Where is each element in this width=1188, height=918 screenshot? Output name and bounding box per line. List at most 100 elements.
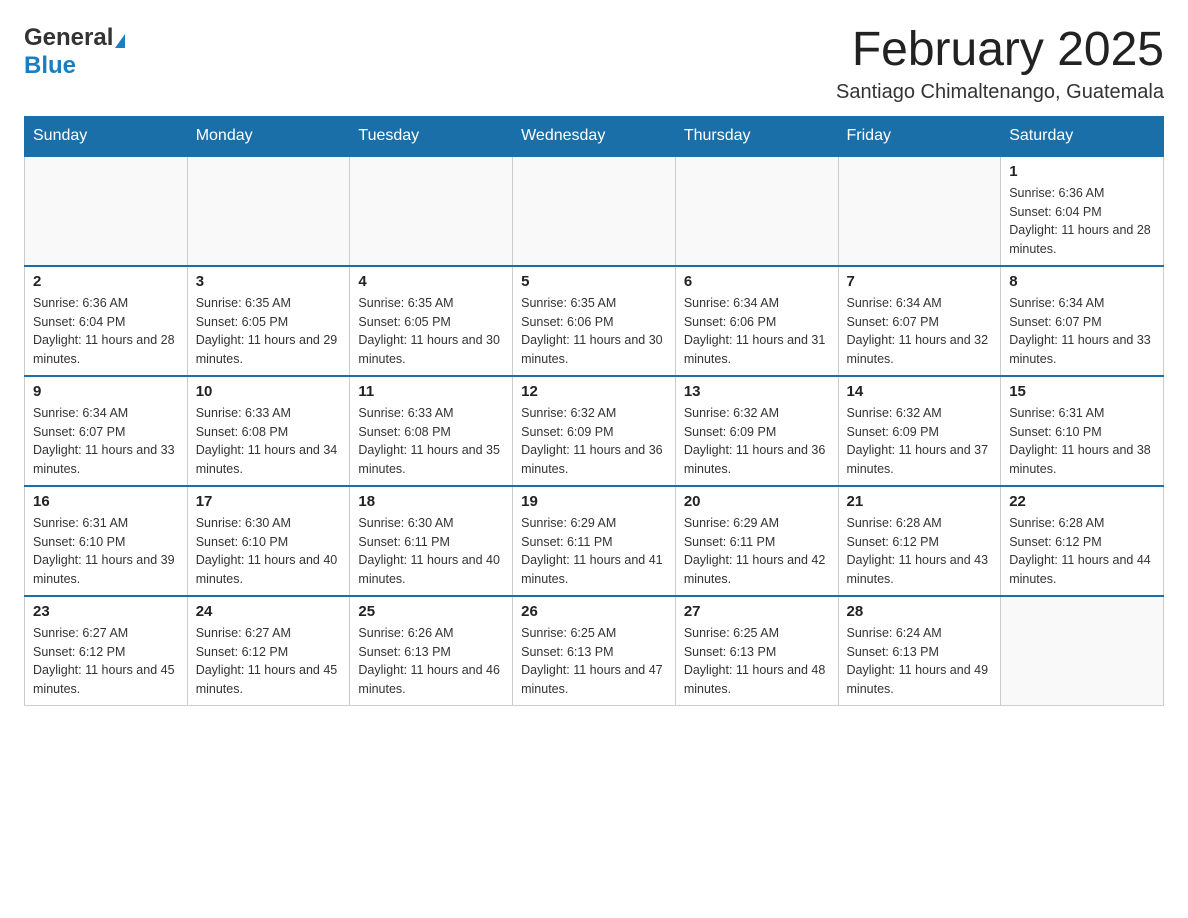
- day-number: 12: [521, 383, 667, 400]
- calendar-cell: 1 Sunrise: 6:36 AMSunset: 6:04 PMDaylight…: [1001, 156, 1164, 266]
- day-number: 17: [196, 493, 342, 510]
- calendar-cell: 7Sunrise: 6:34 AMSunset: 6:07 PMDaylight…: [838, 266, 1001, 376]
- day-number: 14: [847, 383, 993, 400]
- day-info: Sunrise: 6:34 AMSunset: 6:07 PMDaylight:…: [1009, 294, 1155, 369]
- day-info: Sunrise: 6:32 AMSunset: 6:09 PMDaylight:…: [684, 404, 830, 479]
- calendar-cell: 20 Sunrise: 6:29 AMSunset: 6:11 PMDayligh…: [675, 486, 838, 596]
- header-monday: Monday: [187, 116, 350, 156]
- day-info: Sunrise: 6:26 AMSunset: 6:13 PMDaylight:…: [358, 624, 504, 699]
- calendar-cell: 16Sunrise: 6:31 AMSunset: 6:10 PMDayligh…: [25, 486, 188, 596]
- header-saturday: Saturday: [1001, 116, 1164, 156]
- day-info: Sunrise: 6:30 AMSunset: 6:11 PMDaylight:…: [358, 514, 504, 589]
- day-number: 13: [684, 383, 830, 400]
- day-number: 19: [521, 493, 667, 510]
- day-info: Sunrise: 6:36 AMSunset: 6:04 PMDaylight:…: [1009, 184, 1155, 259]
- calendar-cell: 13 Sunrise: 6:32 AMSunset: 6:09 PMDayligh…: [675, 376, 838, 486]
- page-header: General Blue February 2025 Santiago Chim…: [24, 24, 1164, 104]
- calendar-cell: 18 Sunrise: 6:30 AMSunset: 6:11 PMDayligh…: [350, 486, 513, 596]
- month-title: February 2025: [836, 24, 1164, 77]
- day-info: Sunrise: 6:25 AMSunset: 6:13 PMDaylight:…: [521, 624, 667, 699]
- day-number: 4: [358, 273, 504, 290]
- day-info: Sunrise: 6:29 AMSunset: 6:11 PMDaylight:…: [684, 514, 830, 589]
- calendar-cell: [513, 156, 676, 266]
- day-number: 5: [521, 273, 667, 290]
- calendar-cell: [1001, 596, 1164, 706]
- calendar-cell: 12 Sunrise: 6:32 AMSunset: 6:09 PMDayligh…: [513, 376, 676, 486]
- day-number: 16: [33, 493, 179, 510]
- header-tuesday: Tuesday: [350, 116, 513, 156]
- day-number: 9: [33, 383, 179, 400]
- title-block: February 2025 Santiago Chimaltenango, Gu…: [836, 24, 1164, 104]
- day-info: Sunrise: 6:35 AMSunset: 6:05 PMDaylight:…: [358, 294, 504, 369]
- day-info: Sunrise: 6:33 AMSunset: 6:08 PMDaylight:…: [196, 404, 342, 479]
- calendar-cell: 23 Sunrise: 6:27 AMSunset: 6:12 PMDayligh…: [25, 596, 188, 706]
- calendar-cell: 15 Sunrise: 6:31 AMSunset: 6:10 PMDayligh…: [1001, 376, 1164, 486]
- day-number: 8: [1009, 273, 1155, 290]
- calendar-cell: 26 Sunrise: 6:25 AMSunset: 6:13 PMDayligh…: [513, 596, 676, 706]
- calendar-cell: 8 Sunrise: 6:34 AMSunset: 6:07 PMDaylight…: [1001, 266, 1164, 376]
- day-info: Sunrise: 6:27 AMSunset: 6:12 PMDaylight:…: [33, 624, 179, 699]
- week-row-1: 1 Sunrise: 6:36 AMSunset: 6:04 PMDaylight…: [25, 156, 1164, 266]
- location-subtitle: Santiago Chimaltenango, Guatemala: [836, 81, 1164, 104]
- day-info: Sunrise: 6:34 AMSunset: 6:07 PMDaylight:…: [33, 404, 179, 479]
- calendar-cell: 4 Sunrise: 6:35 AMSunset: 6:05 PMDaylight…: [350, 266, 513, 376]
- day-number: 28: [847, 603, 993, 620]
- week-row-3: 9 Sunrise: 6:34 AMSunset: 6:07 PMDaylight…: [25, 376, 1164, 486]
- calendar-cell: [187, 156, 350, 266]
- day-number: 23: [33, 603, 179, 620]
- calendar-cell: 9 Sunrise: 6:34 AMSunset: 6:07 PMDaylight…: [25, 376, 188, 486]
- day-info: Sunrise: 6:28 AMSunset: 6:12 PMDaylight:…: [847, 514, 993, 589]
- day-number: 22: [1009, 493, 1155, 510]
- calendar-cell: 24 Sunrise: 6:27 AMSunset: 6:12 PMDayligh…: [187, 596, 350, 706]
- week-row-2: 2Sunrise: 6:36 AMSunset: 6:04 PMDaylight…: [25, 266, 1164, 376]
- day-info: Sunrise: 6:28 AMSunset: 6:12 PMDaylight:…: [1009, 514, 1155, 589]
- logo-general: General: [24, 24, 113, 51]
- day-info: Sunrise: 6:30 AMSunset: 6:10 PMDaylight:…: [196, 514, 342, 589]
- day-info: Sunrise: 6:31 AMSunset: 6:10 PMDaylight:…: [1009, 404, 1155, 479]
- day-info: Sunrise: 6:34 AMSunset: 6:06 PMDaylight:…: [684, 294, 830, 369]
- header-wednesday: Wednesday: [513, 116, 676, 156]
- day-number: 7: [847, 273, 993, 290]
- calendar-cell: 14 Sunrise: 6:32 AMSunset: 6:09 PMDayligh…: [838, 376, 1001, 486]
- day-number: 1: [1009, 163, 1155, 180]
- day-info: Sunrise: 6:35 AMSunset: 6:05 PMDaylight:…: [196, 294, 342, 369]
- day-number: 24: [196, 603, 342, 620]
- calendar-cell: 25 Sunrise: 6:26 AMSunset: 6:13 PMDayligh…: [350, 596, 513, 706]
- calendar-cell: 17 Sunrise: 6:30 AMSunset: 6:10 PMDayligh…: [187, 486, 350, 596]
- calendar-cell: [25, 156, 188, 266]
- calendar-cell: 22 Sunrise: 6:28 AMSunset: 6:12 PMDayligh…: [1001, 486, 1164, 596]
- day-number: 2: [33, 273, 179, 290]
- day-info: Sunrise: 6:29 AMSunset: 6:11 PMDaylight:…: [521, 514, 667, 589]
- calendar-table: Sunday Monday Tuesday Wednesday Thursday…: [24, 116, 1164, 706]
- logo: General Blue: [24, 24, 127, 80]
- calendar-cell: 6 Sunrise: 6:34 AMSunset: 6:06 PMDaylight…: [675, 266, 838, 376]
- week-row-4: 16Sunrise: 6:31 AMSunset: 6:10 PMDayligh…: [25, 486, 1164, 596]
- day-number: 15: [1009, 383, 1155, 400]
- calendar-cell: 27Sunrise: 6:25 AMSunset: 6:13 PMDayligh…: [675, 596, 838, 706]
- header-thursday: Thursday: [675, 116, 838, 156]
- calendar-cell: 28 Sunrise: 6:24 AMSunset: 6:13 PMDayligh…: [838, 596, 1001, 706]
- calendar-cell: 10Sunrise: 6:33 AMSunset: 6:08 PMDayligh…: [187, 376, 350, 486]
- day-info: Sunrise: 6:27 AMSunset: 6:12 PMDaylight:…: [196, 624, 342, 699]
- calendar-cell: 5Sunrise: 6:35 AMSunset: 6:06 PMDaylight…: [513, 266, 676, 376]
- day-info: Sunrise: 6:33 AMSunset: 6:08 PMDaylight:…: [358, 404, 504, 479]
- day-info: Sunrise: 6:32 AMSunset: 6:09 PMDaylight:…: [847, 404, 993, 479]
- day-number: 26: [521, 603, 667, 620]
- day-info: Sunrise: 6:32 AMSunset: 6:09 PMDaylight:…: [521, 404, 667, 479]
- calendar-cell: [838, 156, 1001, 266]
- logo-text: General Blue: [24, 24, 127, 80]
- day-number: 20: [684, 493, 830, 510]
- calendar-cell: 11Sunrise: 6:33 AMSunset: 6:08 PMDayligh…: [350, 376, 513, 486]
- calendar-header-row: Sunday Monday Tuesday Wednesday Thursday…: [25, 116, 1164, 156]
- calendar-cell: [350, 156, 513, 266]
- week-row-5: 23 Sunrise: 6:27 AMSunset: 6:12 PMDayligh…: [25, 596, 1164, 706]
- day-info: Sunrise: 6:24 AMSunset: 6:13 PMDaylight:…: [847, 624, 993, 699]
- day-number: 6: [684, 273, 830, 290]
- calendar-cell: 19 Sunrise: 6:29 AMSunset: 6:11 PMDayligh…: [513, 486, 676, 596]
- day-info: Sunrise: 6:25 AMSunset: 6:13 PMDaylight:…: [684, 624, 830, 699]
- header-friday: Friday: [838, 116, 1001, 156]
- day-number: 25: [358, 603, 504, 620]
- day-number: 18: [358, 493, 504, 510]
- day-number: 21: [847, 493, 993, 510]
- day-number: 3: [196, 273, 342, 290]
